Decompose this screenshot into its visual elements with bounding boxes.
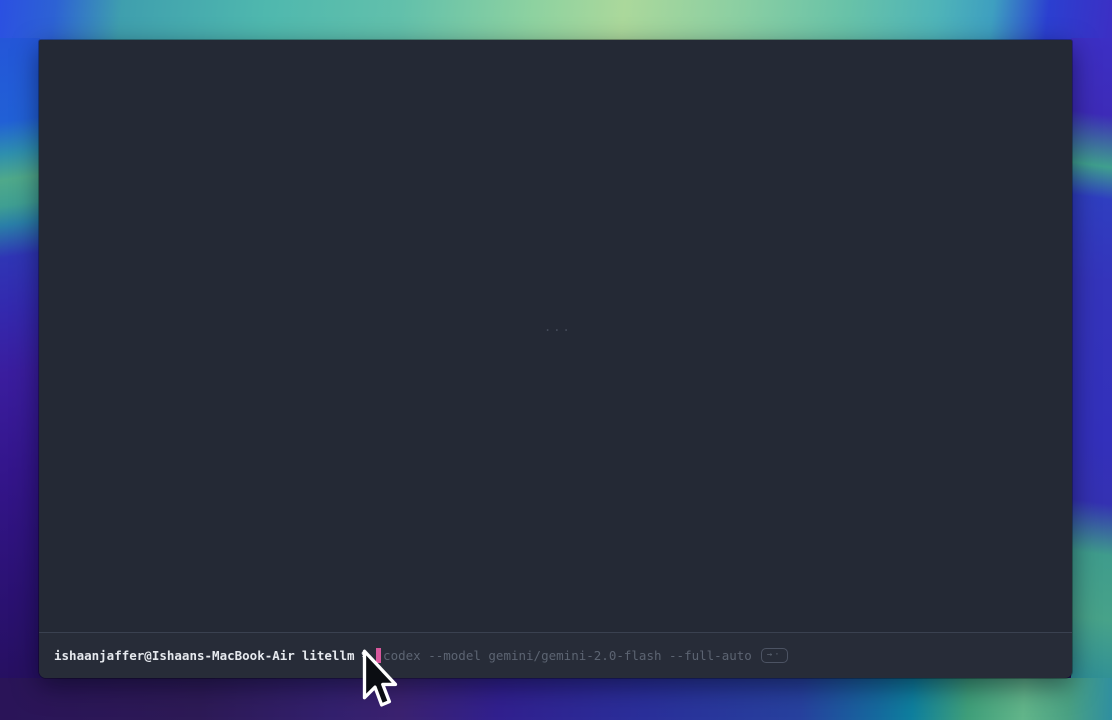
wallpaper-bottom-strip bbox=[0, 678, 1112, 720]
loading-ellipsis: ... bbox=[544, 320, 572, 334]
terminal-window[interactable]: ... ishaanjaffer@Ishaans-MacBook-Air lit… bbox=[39, 40, 1072, 678]
wallpaper-right-strip bbox=[1071, 38, 1112, 680]
mouse-cursor bbox=[361, 649, 399, 711]
desktop: ... ishaanjaffer@Ishaans-MacBook-Air lit… bbox=[0, 0, 1112, 720]
terminal-output: ... bbox=[39, 40, 1072, 632]
wallpaper-left-strip bbox=[0, 38, 40, 680]
tab-hint-badge: →· bbox=[761, 648, 788, 663]
wallpaper-top-strip bbox=[0, 0, 1112, 40]
terminal-prompt-bar[interactable]: ishaanjaffer@Ishaans-MacBook-Air litellm… bbox=[39, 633, 1072, 678]
prompt-cwd: litellm bbox=[302, 633, 355, 678]
autosuggestion-text: codex --model gemini/gemini-2.0-flash --… bbox=[383, 633, 752, 678]
prompt-user-host: ishaanjaffer@Ishaans-MacBook-Air bbox=[54, 633, 295, 678]
